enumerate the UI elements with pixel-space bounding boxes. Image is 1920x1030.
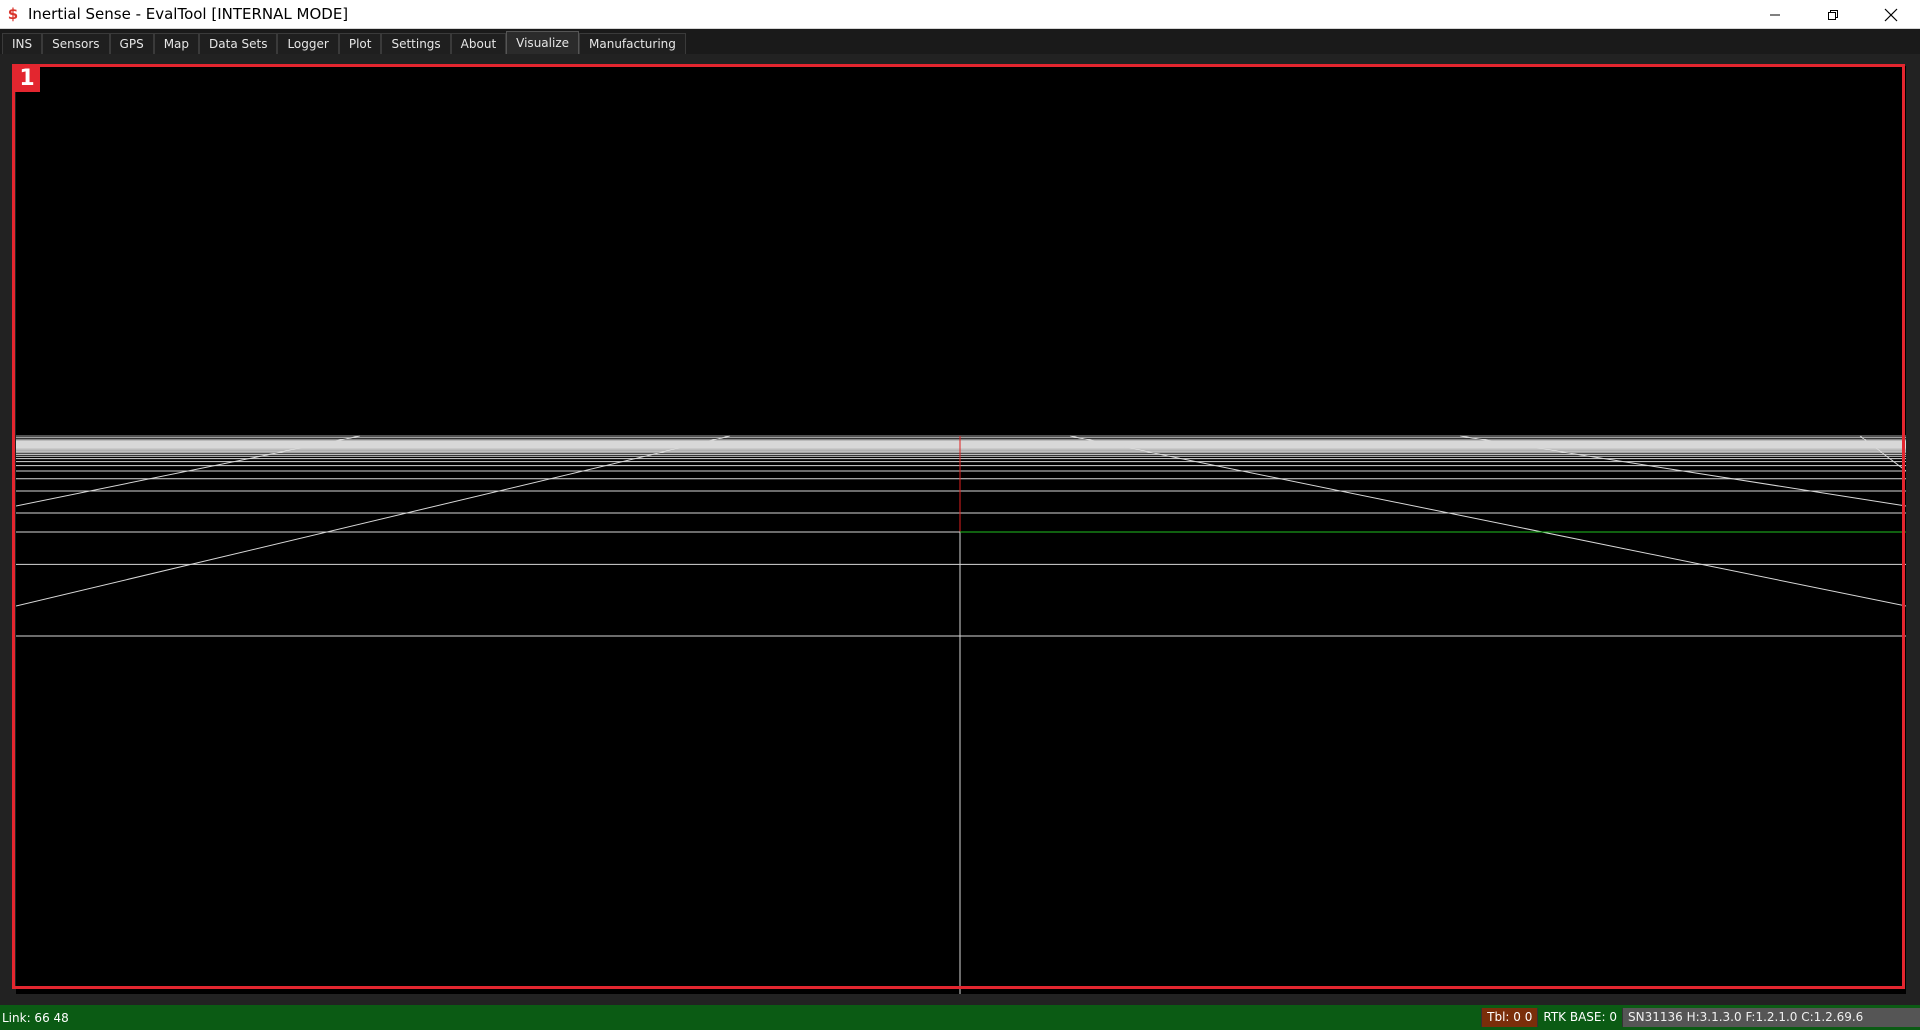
tab-plot[interactable]: Plot bbox=[338, 33, 382, 54]
restore-icon bbox=[1828, 9, 1838, 20]
app-window: $ Inertial Sense - EvalTool [INTERNAL MO… bbox=[0, 0, 1920, 1030]
tab-data-sets[interactable]: Data Sets bbox=[199, 33, 278, 54]
tab-bar: INS Sensors GPS Map Data Sets Logger Plo… bbox=[0, 29, 1920, 54]
window-title: Inertial Sense - EvalTool [INTERNAL MODE… bbox=[28, 5, 349, 23]
minimize-button[interactable] bbox=[1746, 0, 1804, 29]
tab-ins[interactable]: INS bbox=[2, 33, 43, 54]
tab-settings[interactable]: Settings bbox=[381, 33, 451, 54]
tab-logger[interactable]: Logger bbox=[277, 33, 339, 54]
tab-gps[interactable]: GPS bbox=[109, 33, 154, 54]
link-status: Link: 66 48 bbox=[2, 1010, 69, 1025]
visualize-panel: 1 bbox=[0, 54, 1920, 1005]
annotation-marker: 1 bbox=[14, 66, 40, 92]
restore-button[interactable] bbox=[1804, 0, 1862, 29]
inertial-sense-logo-icon: $ bbox=[7, 5, 19, 23]
tab-about[interactable]: About bbox=[450, 33, 507, 54]
status-bar: Link: 66 48 Tbl: 0 0 RTK BASE: 0 SN31136… bbox=[0, 1005, 1920, 1030]
tab-sensors[interactable]: Sensors bbox=[42, 33, 110, 54]
close-icon bbox=[1884, 8, 1898, 21]
tbl-status: Tbl: 0 0 bbox=[1481, 1008, 1538, 1027]
tab-manufacturing[interactable]: Manufacturing bbox=[579, 33, 686, 54]
3d-viewport[interactable] bbox=[16, 66, 1906, 994]
close-button[interactable] bbox=[1862, 0, 1920, 29]
window-controls bbox=[1746, 0, 1920, 29]
tab-map[interactable]: Map bbox=[153, 33, 200, 54]
ground-grid bbox=[16, 435, 1906, 994]
title-bar: $ Inertial Sense - EvalTool [INTERNAL MO… bbox=[0, 0, 1920, 29]
minimize-icon bbox=[1770, 14, 1780, 15]
rtk-base-status: RTK BASE: 0 bbox=[1537, 1008, 1622, 1027]
device-info-status: SN31136 H:3.1.3.0 F:1.2.1.0 C:1.2.69.6 bbox=[1622, 1008, 1920, 1027]
tab-visualize[interactable]: Visualize bbox=[506, 31, 579, 54]
